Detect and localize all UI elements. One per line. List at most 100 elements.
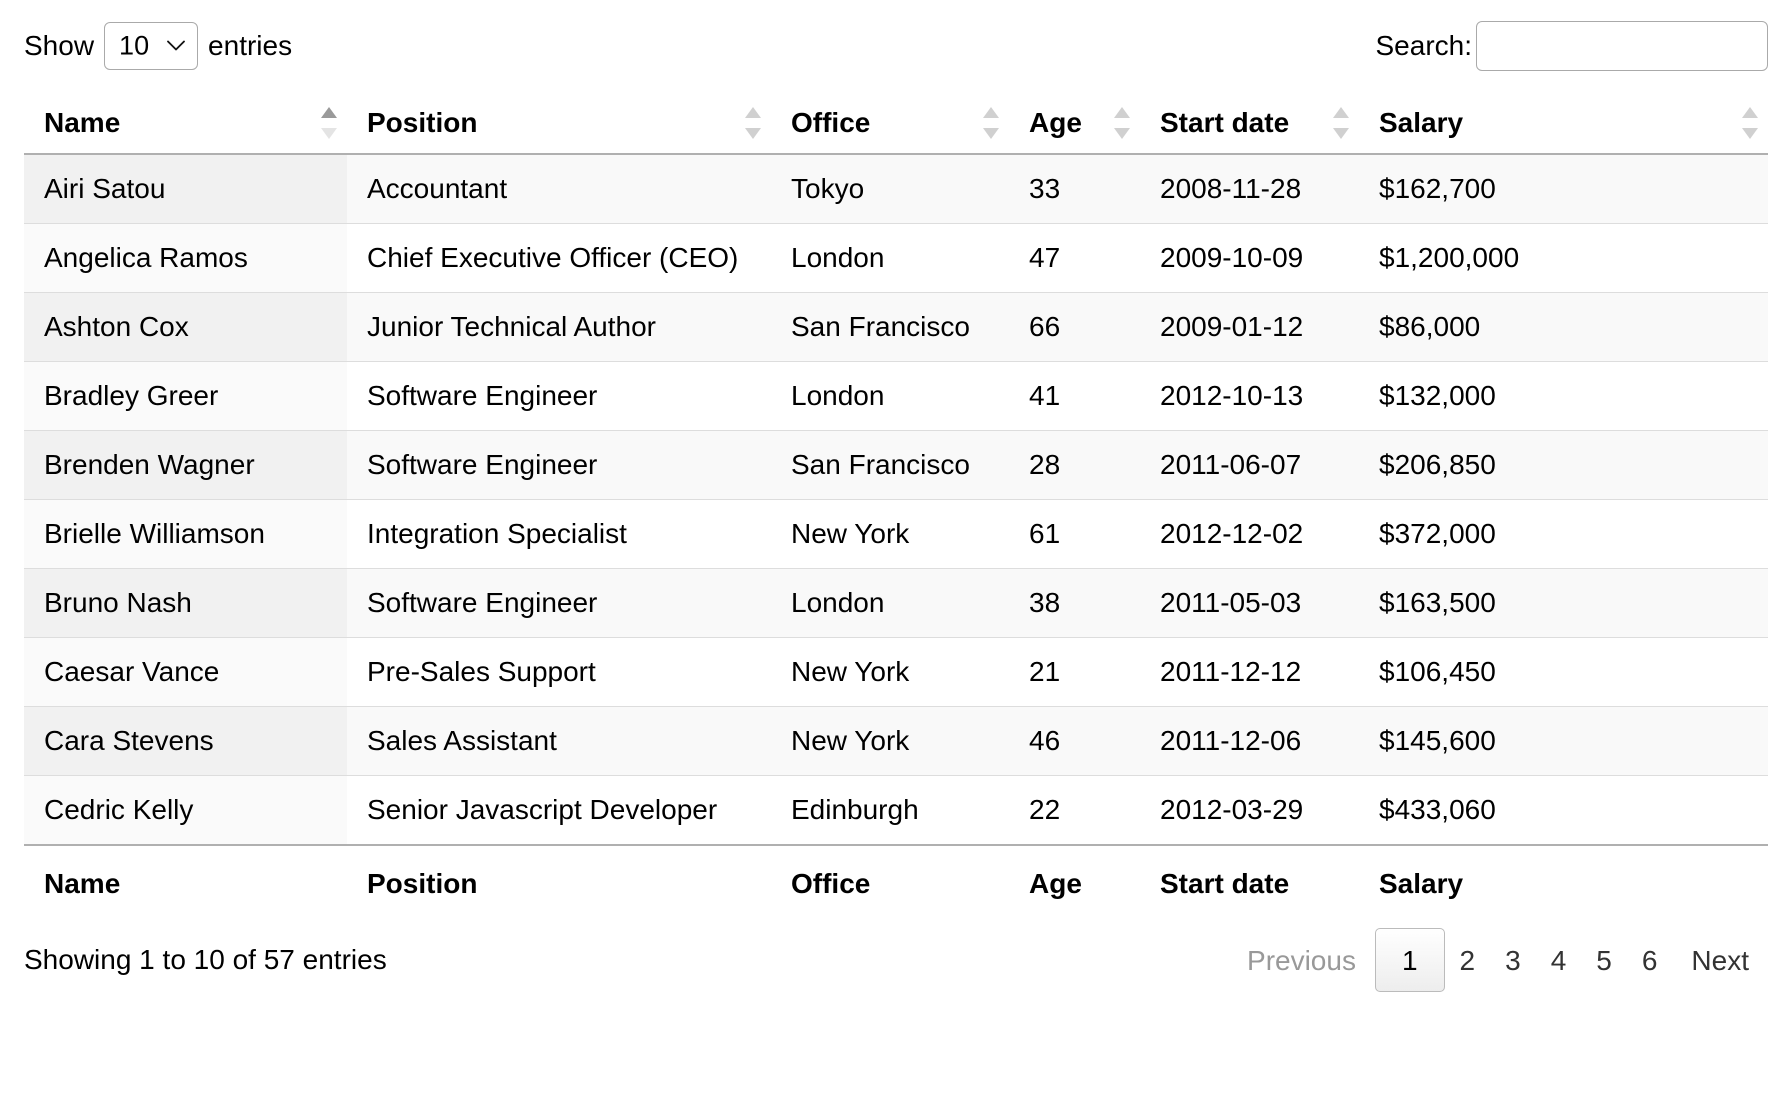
- table-row[interactable]: Brielle Williamson Integration Specialis…: [24, 499, 1768, 569]
- footer-column-start-date: Start date: [1140, 844, 1359, 914]
- table-row[interactable]: Cara Stevens Sales Assistant New York 46…: [24, 706, 1768, 776]
- cell-age: 28: [1009, 430, 1140, 500]
- column-header-salary[interactable]: Salary: [1359, 92, 1768, 155]
- pagination: Previous 1 2 3 4 5 6 Next: [1228, 928, 1768, 992]
- cell-age: 22: [1009, 775, 1140, 845]
- chevron-down-icon: [167, 40, 185, 52]
- table-row[interactable]: Caesar Vance Pre-Sales Support New York …: [24, 637, 1768, 707]
- footer-column-position: Position: [347, 844, 771, 914]
- table-row[interactable]: Bradley Greer Software Engineer London 4…: [24, 361, 1768, 431]
- pagination-page-6[interactable]: 6: [1627, 928, 1673, 992]
- cell-start-date: 2011-06-07: [1140, 430, 1359, 500]
- footer-column-office: Office: [771, 844, 1009, 914]
- pagination-next[interactable]: Next: [1672, 928, 1768, 992]
- datatable-bottom-controls: Showing 1 to 10 of 57 entries Previous 1…: [0, 914, 1792, 1006]
- cell-age: 66: [1009, 292, 1140, 362]
- cell-age: 38: [1009, 568, 1140, 638]
- column-header-label: Age: [1029, 107, 1082, 138]
- column-header-office[interactable]: Office: [771, 92, 1009, 155]
- pagination-page-4[interactable]: 4: [1536, 928, 1582, 992]
- table-foot: Name Position Office Age Start date Sala…: [24, 844, 1768, 914]
- cell-name: Caesar Vance: [24, 637, 347, 707]
- cell-name: Cara Stevens: [24, 706, 347, 776]
- column-header-start-date[interactable]: Start date: [1140, 92, 1359, 155]
- search-input[interactable]: [1476, 21, 1768, 71]
- table-row[interactable]: Angelica Ramos Chief Executive Officer (…: [24, 223, 1768, 293]
- cell-position: Junior Technical Author: [347, 292, 771, 362]
- cell-name: Bruno Nash: [24, 568, 347, 638]
- cell-start-date: 2011-12-12: [1140, 637, 1359, 707]
- entries-label: entries: [208, 30, 293, 61]
- cell-position: Accountant: [347, 154, 771, 224]
- cell-position: Software Engineer: [347, 568, 771, 638]
- pagination-page-5[interactable]: 5: [1581, 928, 1627, 992]
- cell-salary: $132,000: [1359, 361, 1768, 431]
- table-row[interactable]: Airi Satou Accountant Tokyo 33 2008-11-2…: [24, 154, 1768, 224]
- cell-salary: $163,500: [1359, 568, 1768, 638]
- cell-salary: $1,200,000: [1359, 223, 1768, 293]
- table-body: Airi Satou Accountant Tokyo 33 2008-11-2…: [24, 154, 1768, 845]
- cell-age: 33: [1009, 154, 1140, 224]
- cell-salary: $162,700: [1359, 154, 1768, 224]
- cell-start-date: 2009-10-09: [1140, 223, 1359, 293]
- cell-office: London: [771, 568, 1009, 638]
- cell-office: San Francisco: [771, 430, 1009, 500]
- cell-office: Tokyo: [771, 154, 1009, 224]
- cell-start-date: 2011-05-03: [1140, 568, 1359, 638]
- show-label: Show: [24, 30, 95, 61]
- cell-age: 41: [1009, 361, 1140, 431]
- table-row[interactable]: Cedric Kelly Senior Javascript Developer…: [24, 775, 1768, 845]
- column-header-label: Salary: [1379, 107, 1464, 138]
- cell-age: 21: [1009, 637, 1140, 707]
- cell-salary: $145,600: [1359, 706, 1768, 776]
- cell-office: New York: [771, 637, 1009, 707]
- column-header-age[interactable]: Age: [1009, 92, 1140, 155]
- pagination-page-3[interactable]: 3: [1490, 928, 1536, 992]
- footer-column-salary: Salary: [1359, 844, 1768, 914]
- table-row[interactable]: Ashton Cox Junior Technical Author San F…: [24, 292, 1768, 362]
- search-label: Search:: [1375, 30, 1473, 61]
- sort-both-icon: [983, 106, 999, 140]
- cell-start-date: 2008-11-28: [1140, 154, 1359, 224]
- cell-age: 46: [1009, 706, 1140, 776]
- column-header-label: Position: [367, 107, 478, 138]
- sort-both-icon: [745, 106, 761, 140]
- cell-position: Software Engineer: [347, 430, 771, 500]
- employees-table: Name Position Office Age Start date Sala…: [24, 92, 1768, 914]
- column-header-position[interactable]: Position: [347, 92, 771, 155]
- datatable-top-controls: Show 10 entries Search:: [0, 0, 1792, 92]
- entries-info: Showing 1 to 10 of 57 entries: [24, 944, 387, 975]
- cell-age: 47: [1009, 223, 1140, 293]
- sort-both-icon: [1742, 106, 1758, 140]
- cell-office: London: [771, 361, 1009, 431]
- cell-office: New York: [771, 499, 1009, 569]
- pagination-page-1[interactable]: 1: [1374, 928, 1445, 992]
- cell-position: Senior Javascript Developer: [347, 775, 771, 845]
- cell-salary: $106,450: [1359, 637, 1768, 707]
- cell-position: Sales Assistant: [347, 706, 771, 776]
- cell-start-date: 2011-12-06: [1140, 706, 1359, 776]
- cell-salary: $372,000: [1359, 499, 1768, 569]
- sort-asc-icon: [321, 106, 337, 140]
- table-row[interactable]: Bruno Nash Software Engineer London 38 2…: [24, 568, 1768, 638]
- pagination-page-2[interactable]: 2: [1445, 928, 1491, 992]
- cell-position: Chief Executive Officer (CEO): [347, 223, 771, 293]
- cell-position: Integration Specialist: [347, 499, 771, 569]
- table-row[interactable]: Brenden Wagner Software Engineer San Fra…: [24, 430, 1768, 500]
- cell-name: Brenden Wagner: [24, 430, 347, 500]
- cell-start-date: 2012-03-29: [1140, 775, 1359, 845]
- cell-start-date: 2009-01-12: [1140, 292, 1359, 362]
- cell-name: Ashton Cox: [24, 292, 347, 362]
- footer-column-name: Name: [24, 844, 347, 914]
- sort-both-icon: [1114, 106, 1130, 140]
- cell-name: Bradley Greer: [24, 361, 347, 431]
- entries-length-control: Show 10 entries: [24, 22, 292, 70]
- column-header-name[interactable]: Name: [24, 92, 347, 155]
- cell-salary: $86,000: [1359, 292, 1768, 362]
- cell-start-date: 2012-10-13: [1140, 361, 1359, 431]
- sort-both-icon: [1333, 106, 1349, 140]
- column-header-label: Office: [791, 107, 871, 138]
- table-head: Name Position Office Age Start date Sala…: [24, 92, 1768, 155]
- pagination-previous[interactable]: Previous: [1228, 928, 1375, 992]
- entries-select[interactable]: 10: [104, 22, 199, 70]
